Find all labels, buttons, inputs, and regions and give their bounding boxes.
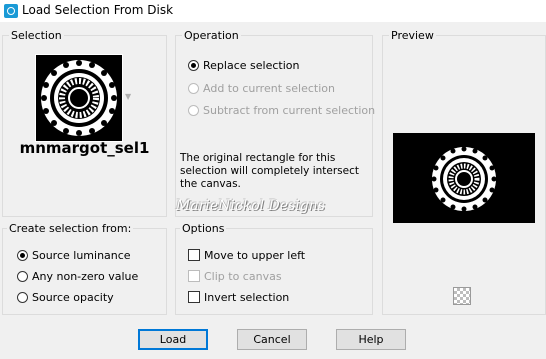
radio-replace-selection[interactable]: Replace selection: [188, 57, 299, 73]
radio-label: Replace selection: [203, 58, 300, 72]
create-from-group: Create selection from: Source luminance …: [2, 222, 167, 315]
transparency-checkerboard-icon[interactable]: [453, 287, 471, 305]
selection-group-label: Selection: [9, 29, 64, 42]
options-group: Options Move to upper left Clip to canva…: [175, 222, 373, 315]
radio-label: Add to current selection: [203, 81, 335, 95]
selection-file-name: mnmargot_sel1: [19, 139, 150, 157]
radio-source-luminance[interactable]: Source luminance: [17, 247, 131, 263]
title-bar: Load Selection From Disk: [0, 0, 546, 22]
preview-group: Preview: [382, 29, 546, 315]
radio-subtract-from-selection[interactable]: Subtract from current selection: [188, 102, 375, 118]
radio-button[interactable]: [188, 59, 199, 71]
gear-pattern-preview-icon: [431, 146, 497, 212]
radio-button[interactable]: [17, 249, 28, 261]
checkbox[interactable]: [188, 249, 200, 261]
checkbox-label: Invert selection: [204, 290, 290, 304]
radio-label: Source opacity: [32, 290, 114, 304]
operation-group-label: Operation: [182, 29, 241, 42]
operation-group: Operation Replace selection Add to curre…: [175, 29, 375, 217]
radio-label: Subtract from current selection: [203, 103, 376, 117]
chevron-down-icon[interactable]: ▼: [125, 92, 131, 101]
radio-any-nonzero-value[interactable]: Any non-zero value: [17, 268, 138, 284]
app-icon: [4, 4, 18, 18]
radio-button[interactable]: [17, 270, 28, 282]
radio-label: Source luminance: [32, 248, 131, 262]
checkbox-label: Clip to canvas: [204, 269, 282, 283]
gear-pattern-thumbnail-icon: [41, 60, 117, 136]
radio-button[interactable]: [17, 291, 28, 303]
preview-canvas: [393, 133, 535, 223]
checkbox[interactable]: [188, 270, 200, 282]
options-group-label: Options: [180, 222, 227, 235]
help-button[interactable]: Help: [336, 329, 406, 350]
operation-info-text: The original rectangle for this selectio…: [180, 152, 360, 190]
cancel-button[interactable]: Cancel: [237, 329, 307, 350]
checkbox[interactable]: [188, 291, 200, 303]
checkbox-label: Move to upper left: [204, 248, 306, 262]
radio-button[interactable]: [188, 82, 199, 94]
selection-group: Selection ▼ mnmargot_sel1: [2, 29, 167, 217]
checkbox-clip-to-canvas[interactable]: Clip to canvas: [188, 268, 282, 284]
checkbox-invert-selection[interactable]: Invert selection: [188, 289, 289, 305]
watermark-text: MarieNickol Designs: [176, 198, 325, 214]
selection-thumbnail[interactable]: [35, 54, 123, 142]
radio-button[interactable]: [188, 104, 199, 116]
radio-add-to-selection[interactable]: Add to current selection: [188, 80, 335, 96]
window-title: Load Selection From Disk: [22, 3, 174, 17]
radio-label: Any non-zero value: [32, 269, 139, 283]
preview-group-label: Preview: [389, 29, 436, 42]
load-button[interactable]: Load: [138, 329, 208, 350]
checkbox-move-to-upper-left[interactable]: Move to upper left: [188, 247, 305, 263]
radio-source-opacity[interactable]: Source opacity: [17, 289, 114, 305]
create-from-group-label: Create selection from:: [7, 222, 134, 235]
